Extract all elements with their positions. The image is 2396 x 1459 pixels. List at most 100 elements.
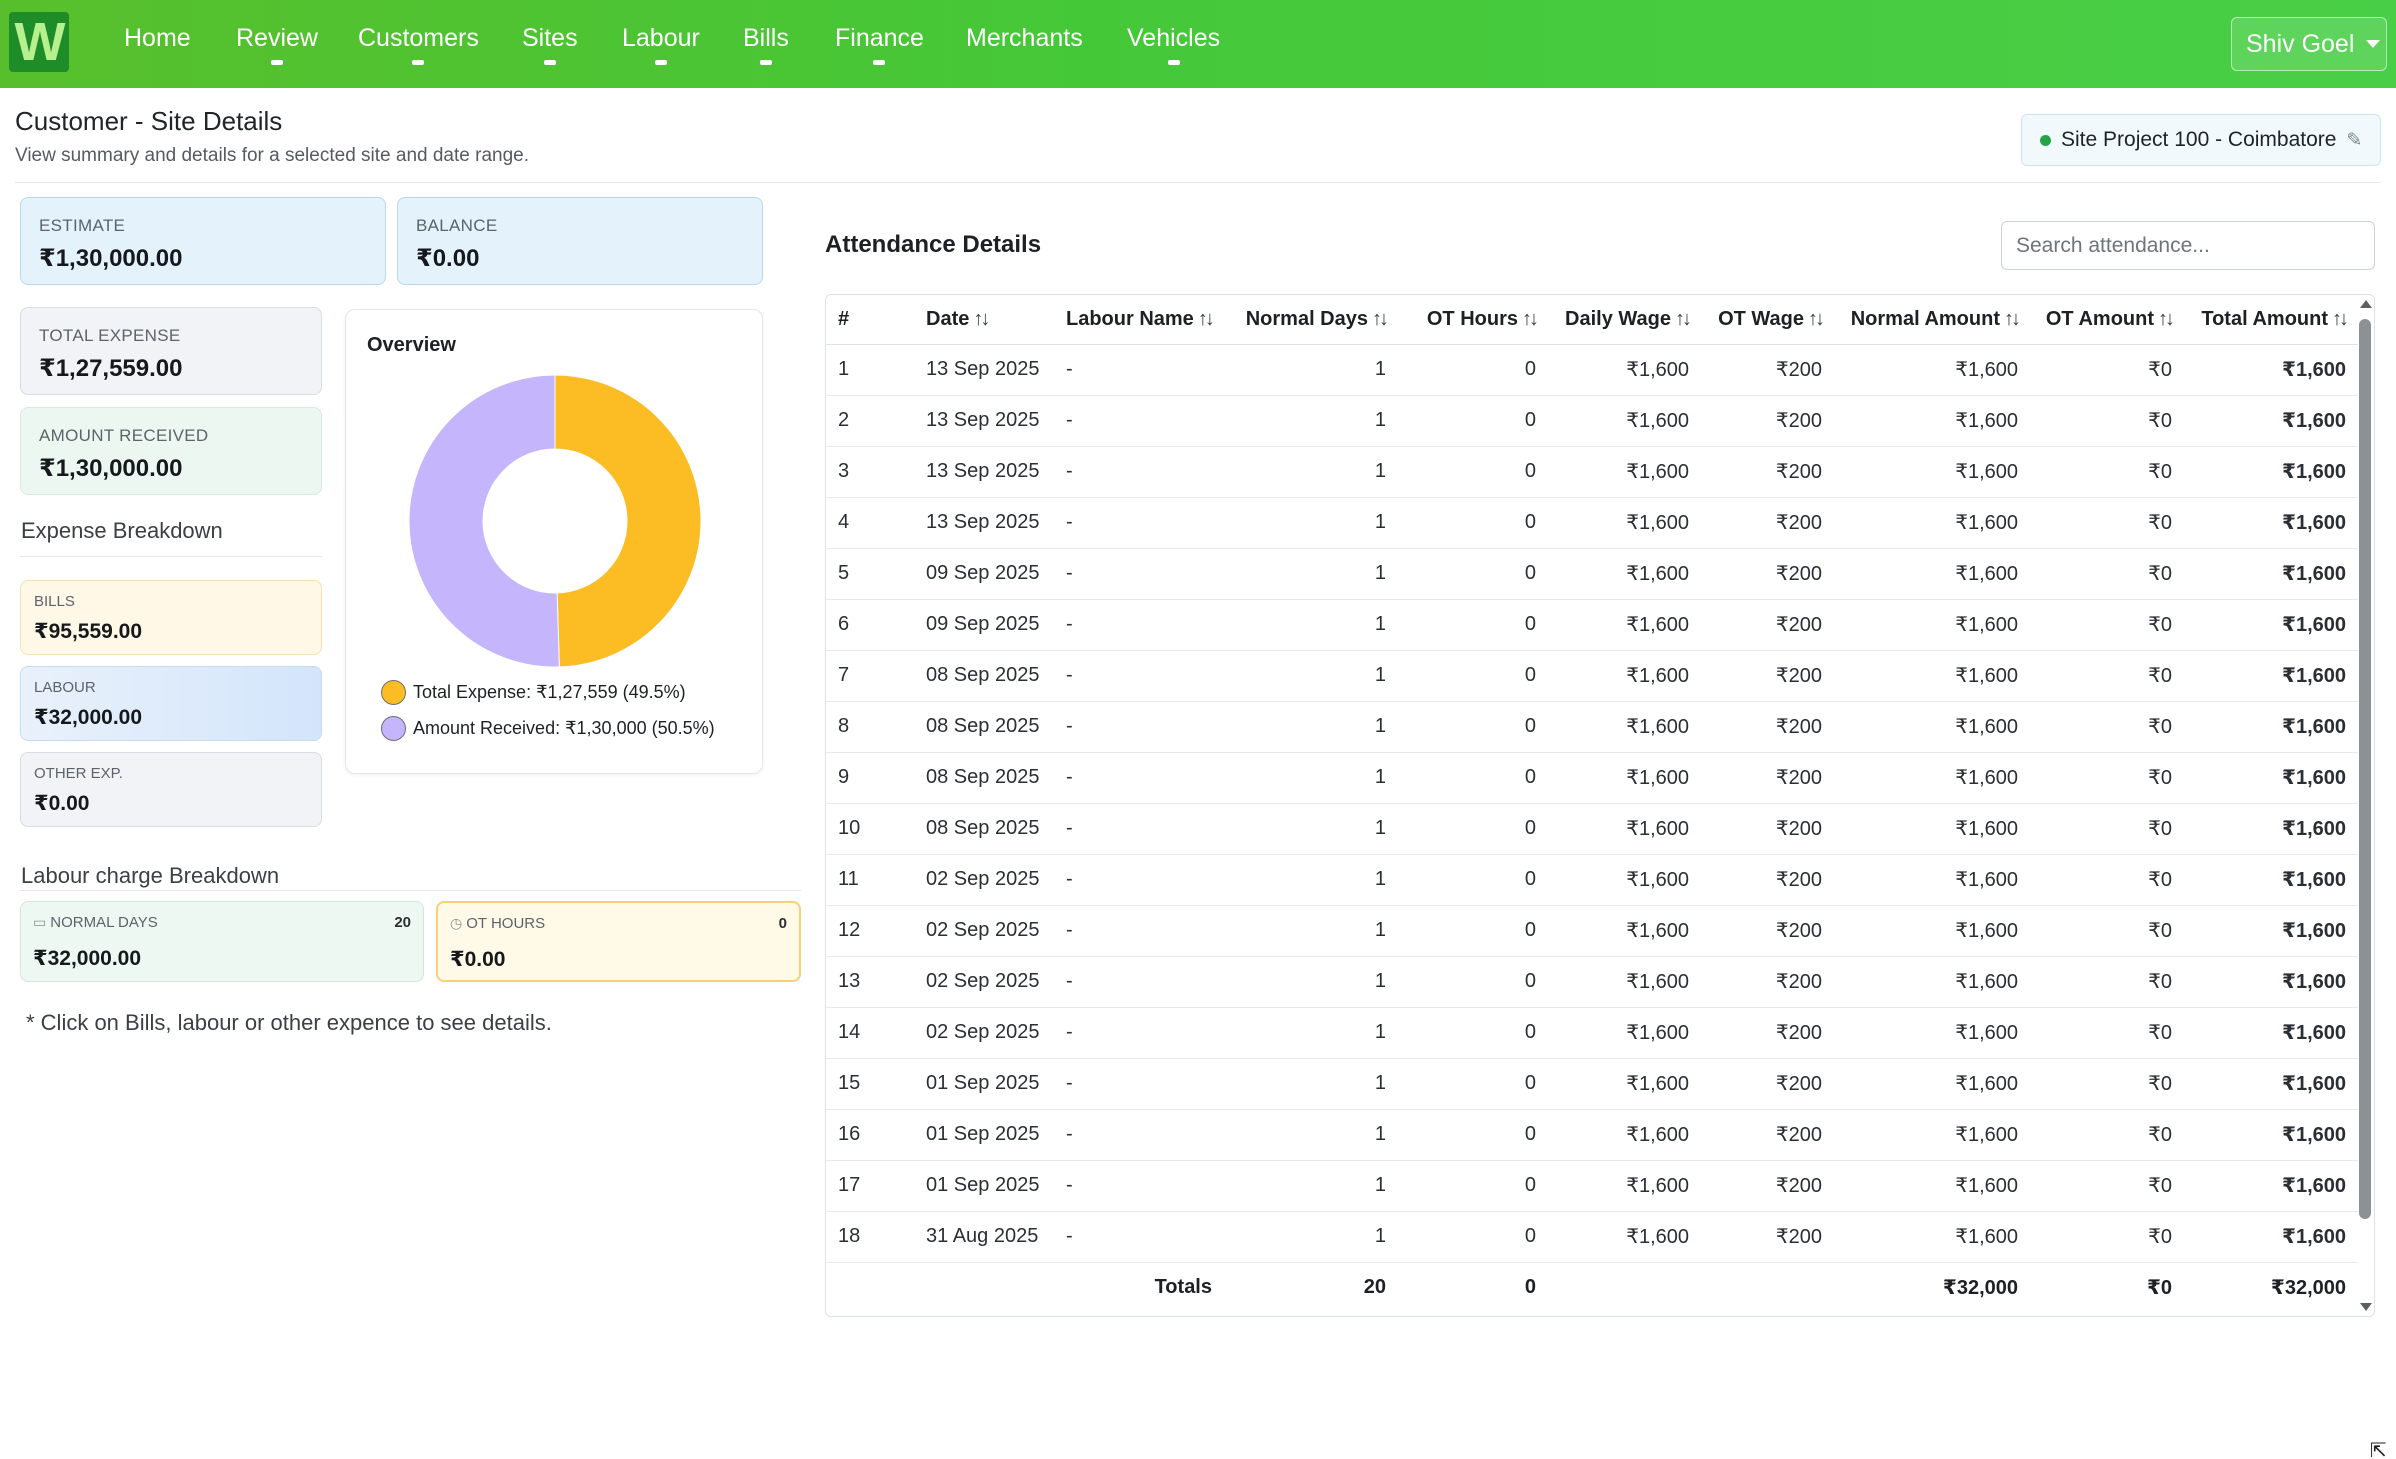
row-daily-wage: ₹1,600 [1548, 446, 1701, 498]
nav-vehicles[interactable]: Vehicles [1127, 22, 1220, 72]
table-row[interactable]: 6 09 Sep 2025-1 0 ₹1,600 ₹200 ₹1,600 ₹0 ₹1,600 [826, 599, 2358, 651]
row-ot-amount: ₹0 [2030, 1109, 2184, 1161]
sort-icon[interactable]: ↑↓ [1808, 308, 1825, 330]
table-row[interactable]: 2 13 Sep 2025-1 0 ₹1,600 ₹200 ₹1,600 ₹0 ₹1,600 [826, 395, 2358, 447]
row-ot-hours: 0 [1398, 395, 1548, 447]
row-total-amount: ₹1,600 [2184, 956, 2358, 1008]
row-normal-amount: ₹1,600 [1834, 803, 2030, 855]
edit-pencil-icon[interactable]: ✎ [2346, 129, 2362, 152]
legend-item-amount-received[interactable]: Amount Received: ₹1,30,000 (50.5%) [381, 716, 715, 741]
nav-labour[interactable]: Labour [622, 22, 700, 72]
table-row[interactable]: 12 02 Sep 2025-1 0 ₹1,600 ₹200 ₹1,600 ₹0 ₹1,600 [826, 905, 2358, 957]
row-ot-wage: ₹200 [1701, 905, 1834, 957]
table-row[interactable]: 18 31 Aug 2025-1 0 ₹1,600 ₹200 ₹1,600 ₹0 ₹1,600 [826, 1211, 2358, 1263]
sort-icon[interactable]: ↑↓ [973, 308, 990, 330]
nav-customers-label: Customers [358, 24, 479, 52]
scrollbar-thumb[interactable] [2359, 319, 2371, 1219]
col-header-daily-wage[interactable]: Daily Wage ↑↓ [1548, 295, 1701, 345]
col-header-ot-amount[interactable]: OT Amount ↑↓ [2030, 295, 2184, 345]
col-header-normal-days[interactable]: Normal Days ↑↓ [1224, 295, 1398, 345]
row-ot-hours: 0 [1398, 548, 1548, 600]
col-header-date[interactable]: Date ↑↓ [914, 295, 1054, 345]
row-labour-name: - [1054, 1007, 1224, 1059]
table-row[interactable]: 13 02 Sep 2025-1 0 ₹1,600 ₹200 ₹1,600 ₹0 ₹1,600 [826, 956, 2358, 1008]
scroll-down-arrow-icon[interactable] [2360, 1303, 2372, 1311]
table-row[interactable]: 9 08 Sep 2025-1 0 ₹1,600 ₹200 ₹1,600 ₹0 ₹1,600 [826, 752, 2358, 804]
row-ot-amount: ₹0 [2030, 650, 2184, 702]
sort-icon[interactable]: ↑↓ [1675, 308, 1692, 330]
row-normal-days: 1 [1224, 1007, 1398, 1059]
row-date: 13 Sep 2025 [914, 344, 1054, 396]
nav-merchants[interactable]: Merchants [966, 22, 1083, 72]
nav-finance[interactable]: Finance [835, 22, 924, 72]
dropdown-indicator-icon [270, 60, 283, 65]
table-row[interactable]: 1 13 Sep 2025-1 0 ₹1,600 ₹200 ₹1,600 ₹0 ₹1,600 [826, 344, 2358, 396]
site-name: Site Project 100 - Coimbatore [2061, 128, 2337, 151]
bills-card[interactable]: BILLS ₹95,559.00 [20, 580, 322, 655]
row-normal-amount: ₹1,600 [1834, 344, 2030, 396]
row-ot-amount: ₹0 [2030, 752, 2184, 804]
amount-received-label: AMOUNT RECEIVED [39, 426, 209, 445]
row-normal-days: 1 [1224, 854, 1398, 906]
col-ot-amount-label: OT Amount [2045, 307, 2154, 330]
sort-icon[interactable]: ↑↓ [2332, 308, 2349, 330]
sort-icon[interactable]: ↑↓ [2004, 308, 2021, 330]
row-index: 1 [826, 344, 914, 396]
sort-icon[interactable]: ↑↓ [1198, 308, 1215, 330]
row-ot-amount: ₹0 [2030, 854, 2184, 906]
table-scrollbar[interactable] [2358, 295, 2372, 1316]
attendance-search-input[interactable] [2001, 221, 2375, 270]
donut-slice-amount-received[interactable] [409, 375, 560, 667]
nav-bills[interactable]: Bills [743, 22, 789, 72]
table-row[interactable]: 8 08 Sep 2025-1 0 ₹1,600 ₹200 ₹1,600 ₹0 ₹1,600 [826, 701, 2358, 753]
nav-review[interactable]: Review [236, 22, 318, 72]
nav-finance-label: Finance [835, 24, 924, 52]
col-header-total-amount[interactable]: Total Amount ↑↓ [2184, 295, 2358, 345]
row-index: 13 [826, 956, 914, 1008]
row-daily-wage: ₹1,600 [1548, 344, 1701, 396]
row-total-amount: ₹1,600 [2184, 803, 2358, 855]
sort-icon[interactable]: ↑↓ [2158, 308, 2175, 330]
col-header-ot-wage[interactable]: OT Wage ↑↓ [1701, 295, 1834, 345]
col-header-normal-amount[interactable]: Normal Amount ↑↓ [1834, 295, 2030, 345]
site-selector-chip[interactable]: Site Project 100 - Coimbatore ✎ [2021, 114, 2381, 166]
col-header-ot-hours[interactable]: OT Hours ↑↓ [1398, 295, 1548, 345]
table-row[interactable]: 17 01 Sep 2025-1 0 ₹1,600 ₹200 ₹1,600 ₹0 ₹1,600 [826, 1160, 2358, 1212]
app-logo[interactable]: W [9, 12, 69, 72]
table-row[interactable]: 7 08 Sep 2025-1 0 ₹1,600 ₹200 ₹1,600 ₹0 ₹1,600 [826, 650, 2358, 702]
col-ot-hours-label: OT Hours [1426, 307, 1518, 330]
table-row[interactable]: 11 02 Sep 2025-1 0 ₹1,600 ₹200 ₹1,600 ₹0 ₹1,600 [826, 854, 2358, 906]
scroll-up-arrow-icon[interactable] [2360, 300, 2372, 308]
other-expense-card[interactable]: OTHER EXP. ₹0.00 [20, 752, 322, 827]
table-row[interactable]: 4 13 Sep 2025-1 0 ₹1,600 ₹200 ₹1,600 ₹0 ₹1,600 [826, 497, 2358, 549]
col-header-labour-name[interactable]: Labour Name ↑↓ [1054, 295, 1224, 345]
sort-icon[interactable]: ↑↓ [1522, 308, 1539, 330]
sort-icon[interactable]: ↑↓ [1372, 308, 1389, 330]
row-normal-amount: ₹1,600 [1834, 956, 2030, 1008]
totals-spacer [914, 1262, 1054, 1312]
row-total-amount: ₹1,600 [2184, 548, 2358, 600]
legend-item-total-expense[interactable]: Total Expense: ₹1,27,559 (49.5%) [381, 680, 686, 705]
totals-ot-amount: ₹0 [2146, 1276, 2172, 1299]
row-total-amount: ₹1,600 [2184, 395, 2358, 447]
table-row[interactable]: 10 08 Sep 2025-1 0 ₹1,600 ₹200 ₹1,600 ₹0 ₹1,600 [826, 803, 2358, 855]
nav-sites[interactable]: Sites [522, 22, 578, 72]
caret-down-icon [2366, 40, 2381, 48]
table-row[interactable]: 14 02 Sep 2025-1 0 ₹1,600 ₹200 ₹1,600 ₹0 ₹1,600 [826, 1007, 2358, 1059]
nav-home[interactable]: Home [124, 22, 191, 72]
table-row[interactable]: 15 01 Sep 2025-1 0 ₹1,600 ₹200 ₹1,600 ₹0 ₹1,600 [826, 1058, 2358, 1110]
table-row[interactable]: 16 01 Sep 2025-1 0 ₹1,600 ₹200 ₹1,600 ₹0 ₹1,600 [826, 1109, 2358, 1161]
totals-normal-amount: ₹32,000 [1942, 1276, 2018, 1299]
labour-card[interactable]: LABOUR ₹32,000.00 [20, 666, 322, 741]
user-menu-button[interactable]: Shiv Goel [2231, 17, 2387, 71]
row-normal-amount: ₹1,600 [1834, 1058, 2030, 1110]
row-ot-amount: ₹0 [2030, 1058, 2184, 1110]
row-ot-amount: ₹0 [2030, 956, 2184, 1008]
nav-customers[interactable]: Customers [358, 22, 479, 72]
donut-slice-total-expense[interactable] [554, 375, 701, 667]
table-row[interactable]: 3 13 Sep 2025-1 0 ₹1,600 ₹200 ₹1,600 ₹0 ₹1,600 [826, 446, 2358, 498]
row-total-amount: ₹1,600 [2184, 1211, 2358, 1263]
row-total-amount: ₹1,600 [2184, 854, 2358, 906]
page-subtitle: View summary and details for a selected … [15, 145, 529, 166]
table-row[interactable]: 5 09 Sep 2025-1 0 ₹1,600 ₹200 ₹1,600 ₹0 ₹1,600 [826, 548, 2358, 600]
